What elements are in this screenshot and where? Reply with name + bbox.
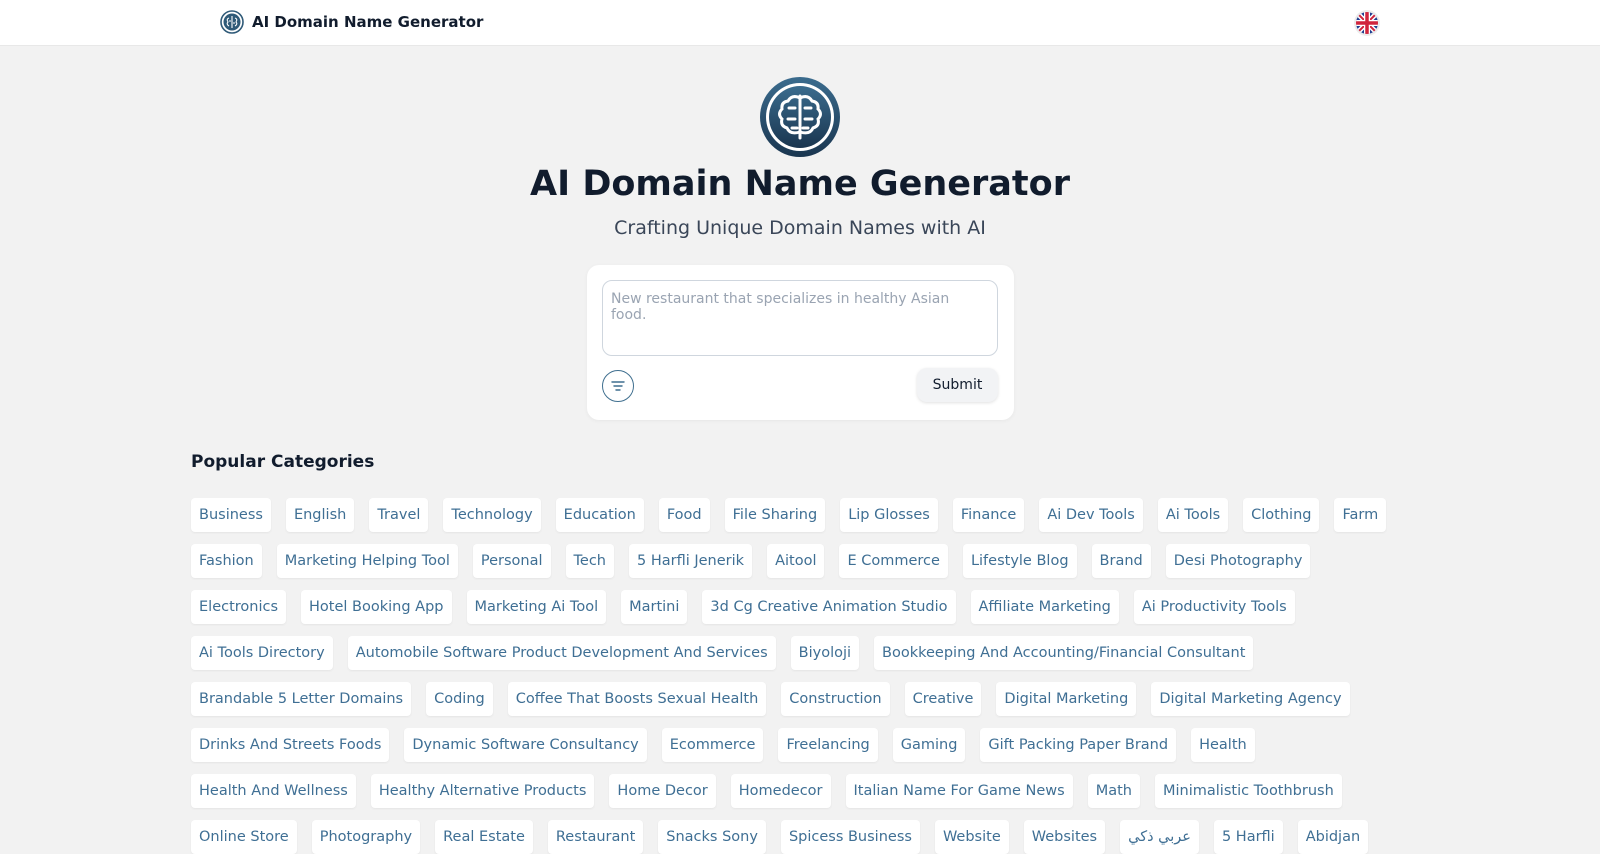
category-tag[interactable]: Gift Packing Paper Brand	[980, 728, 1177, 762]
category-tag[interactable]: Photography	[311, 820, 421, 854]
categories-heading: Popular Categories	[191, 452, 375, 472]
brand-name: AI Domain Name Generator	[252, 13, 484, 31]
category-tag[interactable]: Ai Tools	[1157, 498, 1229, 532]
category-tag[interactable]: English	[285, 498, 355, 532]
category-tag[interactable]: Ai Productivity Tools	[1133, 590, 1295, 624]
category-tag[interactable]: 5 Harfli	[1213, 820, 1283, 854]
top-bar: AI Domain Name Generator	[0, 0, 1600, 46]
page-title: AI Domain Name Generator	[530, 164, 1070, 204]
category-tag[interactable]: Digital Marketing Agency	[1151, 682, 1350, 716]
category-tag[interactable]: Lifestyle Blog	[962, 544, 1077, 578]
category-list: Business English Travel Technology Education…	[191, 498, 1391, 854]
category-tag[interactable]: Electronics	[191, 590, 287, 624]
category-tag[interactable]: Restaurant	[547, 820, 644, 854]
category-tag[interactable]: Ai Dev Tools	[1039, 498, 1143, 532]
category-tag[interactable]: Online Store	[191, 820, 297, 854]
category-tag[interactable]: Desi Photography	[1165, 544, 1311, 578]
category-tag[interactable]: Marketing Ai Tool	[466, 590, 607, 624]
category-tag[interactable]: Automobile Software Product Development …	[347, 636, 776, 670]
category-tag[interactable]: Snacks Sony	[658, 820, 766, 854]
category-tag[interactable]: Food	[658, 498, 710, 532]
description-input[interactable]	[602, 280, 998, 356]
page-subtitle: Crafting Unique Domain Names with AI	[614, 217, 986, 239]
category-tag[interactable]: Freelancing	[778, 728, 878, 762]
category-tag[interactable]: Ai Tools Directory	[191, 636, 333, 670]
category-tag[interactable]: عربي ذكي	[1120, 820, 1199, 854]
category-tag[interactable]: Homedecor	[730, 774, 831, 808]
category-tag[interactable]: Construction	[781, 682, 890, 716]
prompt-card: Submit	[587, 265, 1014, 420]
category-tag[interactable]: Italian Name For Game News	[845, 774, 1073, 808]
category-tag[interactable]: Technology	[443, 498, 541, 532]
category-tag[interactable]: Coding	[426, 682, 493, 716]
category-tag[interactable]: File Sharing	[724, 498, 826, 532]
category-tag[interactable]: Health And Wellness	[191, 774, 356, 808]
category-tag[interactable]: Dynamic Software Consultancy	[404, 728, 647, 762]
category-tag[interactable]: Business	[191, 498, 271, 532]
category-tag[interactable]: 5 Harfli Jenerik	[629, 544, 753, 578]
category-tag[interactable]: Tech	[565, 544, 614, 578]
category-tag[interactable]: Health	[1191, 728, 1255, 762]
category-tag[interactable]: Brand	[1091, 544, 1151, 578]
category-tag[interactable]: Lip Glosses	[840, 498, 938, 532]
brain-icon	[760, 77, 840, 157]
category-tag[interactable]: Website	[934, 820, 1009, 854]
category-tag[interactable]: Healthy Alternative Products	[370, 774, 595, 808]
category-tag[interactable]: Hotel Booking App	[301, 590, 452, 624]
category-tag[interactable]: Marketing Helping Tool	[276, 544, 458, 578]
category-tag[interactable]: Clothing	[1243, 498, 1320, 532]
category-tag[interactable]: Math	[1087, 774, 1140, 808]
category-tag[interactable]: Digital Marketing	[996, 682, 1137, 716]
language-selector[interactable]	[1356, 12, 1378, 34]
category-tag[interactable]: Abidjan	[1297, 820, 1369, 854]
category-tag[interactable]: Farm	[1334, 498, 1387, 532]
category-tag[interactable]: Coffee That Boosts Sexual Health	[507, 682, 767, 716]
category-tag[interactable]: Martini	[621, 590, 688, 624]
category-tag[interactable]: Ecommerce	[661, 728, 764, 762]
category-tag[interactable]: Drinks And Streets Foods	[191, 728, 390, 762]
category-tag[interactable]: Education	[555, 498, 644, 532]
category-tag[interactable]: Bookkeeping And Accounting/Financial Con…	[874, 636, 1254, 670]
category-tag[interactable]: Creative	[904, 682, 982, 716]
category-tag[interactable]: Minimalistic Toothbrush	[1155, 774, 1342, 808]
options-button[interactable]	[602, 370, 634, 402]
category-tag[interactable]: Websites	[1023, 820, 1106, 854]
category-tag[interactable]: Affiliate Marketing	[970, 590, 1119, 624]
category-tag[interactable]: Home Decor	[609, 774, 716, 808]
category-tag[interactable]: Finance	[952, 498, 1025, 532]
filter-lines-icon	[611, 381, 625, 391]
category-tag[interactable]: Brandable 5 Letter Domains	[191, 682, 412, 716]
uk-flag-icon	[1356, 12, 1378, 34]
category-tag[interactable]: Biyoloji	[790, 636, 860, 670]
brand-link[interactable]: AI Domain Name Generator	[220, 10, 483, 34]
submit-button[interactable]: Submit	[917, 368, 998, 402]
category-tag[interactable]: Personal	[472, 544, 551, 578]
category-tag[interactable]: 3d Cg Creative Animation Studio	[702, 590, 956, 624]
category-tag[interactable]: Real Estate	[435, 820, 533, 854]
category-tag[interactable]: Fashion	[191, 544, 262, 578]
category-tag[interactable]: Travel	[369, 498, 429, 532]
brain-icon	[220, 10, 244, 34]
category-tag[interactable]: Spicess Business	[780, 820, 920, 854]
category-tag[interactable]: E Commerce	[839, 544, 948, 578]
category-tag[interactable]: Aitool	[767, 544, 825, 578]
category-tag[interactable]: Gaming	[892, 728, 966, 762]
